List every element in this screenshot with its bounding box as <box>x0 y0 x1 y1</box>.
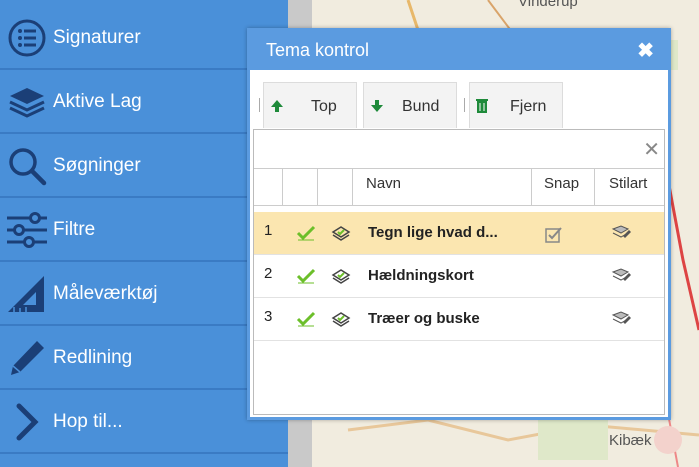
trash-icon <box>475 98 489 119</box>
table-row[interactable]: 1 Tegn lige hvad d... <box>254 212 664 255</box>
fjern-button[interactable]: Fjern <box>469 82 563 128</box>
layers-icon <box>5 80 49 124</box>
grid-header: Navn Snap Stilart <box>254 168 664 206</box>
toolbar-separator <box>464 98 465 112</box>
top-button[interactable]: Top <box>263 82 357 128</box>
edit-layer-icon[interactable] <box>331 310 351 333</box>
sidebar: Signaturer Aktive Lag Søgninger Filtre M… <box>0 0 288 467</box>
arrow-down-icon <box>370 99 384 118</box>
sidebar-item-label: Måleværktøj <box>53 283 158 304</box>
close-icon[interactable]: ✖ <box>637 38 654 63</box>
search-icon <box>5 144 49 188</box>
sidebar-item-redlining[interactable]: Redlining <box>0 328 288 390</box>
layer-name: Hældningskort <box>368 267 474 284</box>
layer-name: Tegn lige hvad d... <box>368 224 498 241</box>
visible-check-icon[interactable] <box>296 311 316 332</box>
dialog-title: Tema kontrol <box>266 40 370 60</box>
edit-layer-icon[interactable] <box>331 224 351 247</box>
sidebar-item-label: Filtre <box>53 219 96 240</box>
toolbar-separator <box>259 98 260 112</box>
style-edit-icon[interactable] <box>611 224 631 247</box>
edit-layer-icon[interactable] <box>331 267 351 290</box>
tema-kontrol-dialog: Tema kontrol ✖ Top Bund Fjern ✕ Navn Sna… <box>247 28 671 420</box>
header-stilart[interactable]: Stilart <box>595 169 664 205</box>
style-edit-icon[interactable] <box>611 310 631 333</box>
row-number: 1 <box>264 222 273 239</box>
header-visible <box>283 169 318 205</box>
layer-name: Træer og buske <box>368 310 480 327</box>
map-label-vinderup: Vinderup <box>518 0 578 10</box>
pencil-icon <box>5 336 49 380</box>
chevron-right-icon <box>5 400 49 444</box>
top-button-label: Top <box>311 98 337 115</box>
header-snap[interactable]: Snap <box>532 169 595 205</box>
grid-close-icon[interactable]: ✕ <box>643 137 660 162</box>
bund-button[interactable]: Bund <box>363 82 457 128</box>
sidebar-item-label: Signaturer <box>53 27 141 48</box>
table-row[interactable]: 2 Hældningskort <box>254 255 664 298</box>
map-label-kibaek: Kibæk <box>609 432 652 449</box>
sidebar-item-signaturer[interactable]: Signaturer <box>0 8 288 70</box>
sidebar-item-hop-til[interactable]: Hop til... <box>0 392 288 454</box>
layer-grid: ✕ Navn Snap Stilart 1 Tegn lige hvad d..… <box>253 129 665 415</box>
sidebar-item-label: Hop til... <box>53 411 123 432</box>
row-number: 3 <box>264 308 273 325</box>
snap-checkbox[interactable] <box>545 226 563 249</box>
visible-check-icon[interactable] <box>296 225 316 246</box>
sidebar-item-soegninger[interactable]: Søgninger <box>0 136 288 198</box>
list-circle-icon <box>5 16 49 60</box>
visible-check-icon[interactable] <box>296 268 316 289</box>
header-navn[interactable]: Navn <box>353 169 532 205</box>
sidebar-item-label: Redlining <box>53 347 133 368</box>
header-num <box>254 169 283 205</box>
sidebar-item-filtre[interactable]: Filtre <box>0 200 288 262</box>
style-edit-icon[interactable] <box>611 267 631 290</box>
table-row[interactable]: 3 Træer og buske <box>254 298 664 341</box>
fjern-button-label: Fjern <box>510 98 547 115</box>
sliders-icon <box>5 208 49 252</box>
sidebar-item-maalevaerktoej[interactable]: Måleværktøj <box>0 264 288 326</box>
dialog-header[interactable]: Tema kontrol ✖ <box>250 31 668 70</box>
sidebar-item-label: Aktive Lag <box>53 91 142 112</box>
arrow-up-icon <box>270 99 284 118</box>
ruler-triangle-icon <box>5 272 49 316</box>
header-type <box>318 169 353 205</box>
sidebar-item-label: Søgninger <box>53 155 141 176</box>
bund-button-label: Bund <box>402 98 440 115</box>
toolbar: Top Bund Fjern <box>250 70 668 128</box>
row-number: 2 <box>264 265 273 282</box>
sidebar-item-aktive-lag[interactable]: Aktive Lag <box>0 72 288 134</box>
